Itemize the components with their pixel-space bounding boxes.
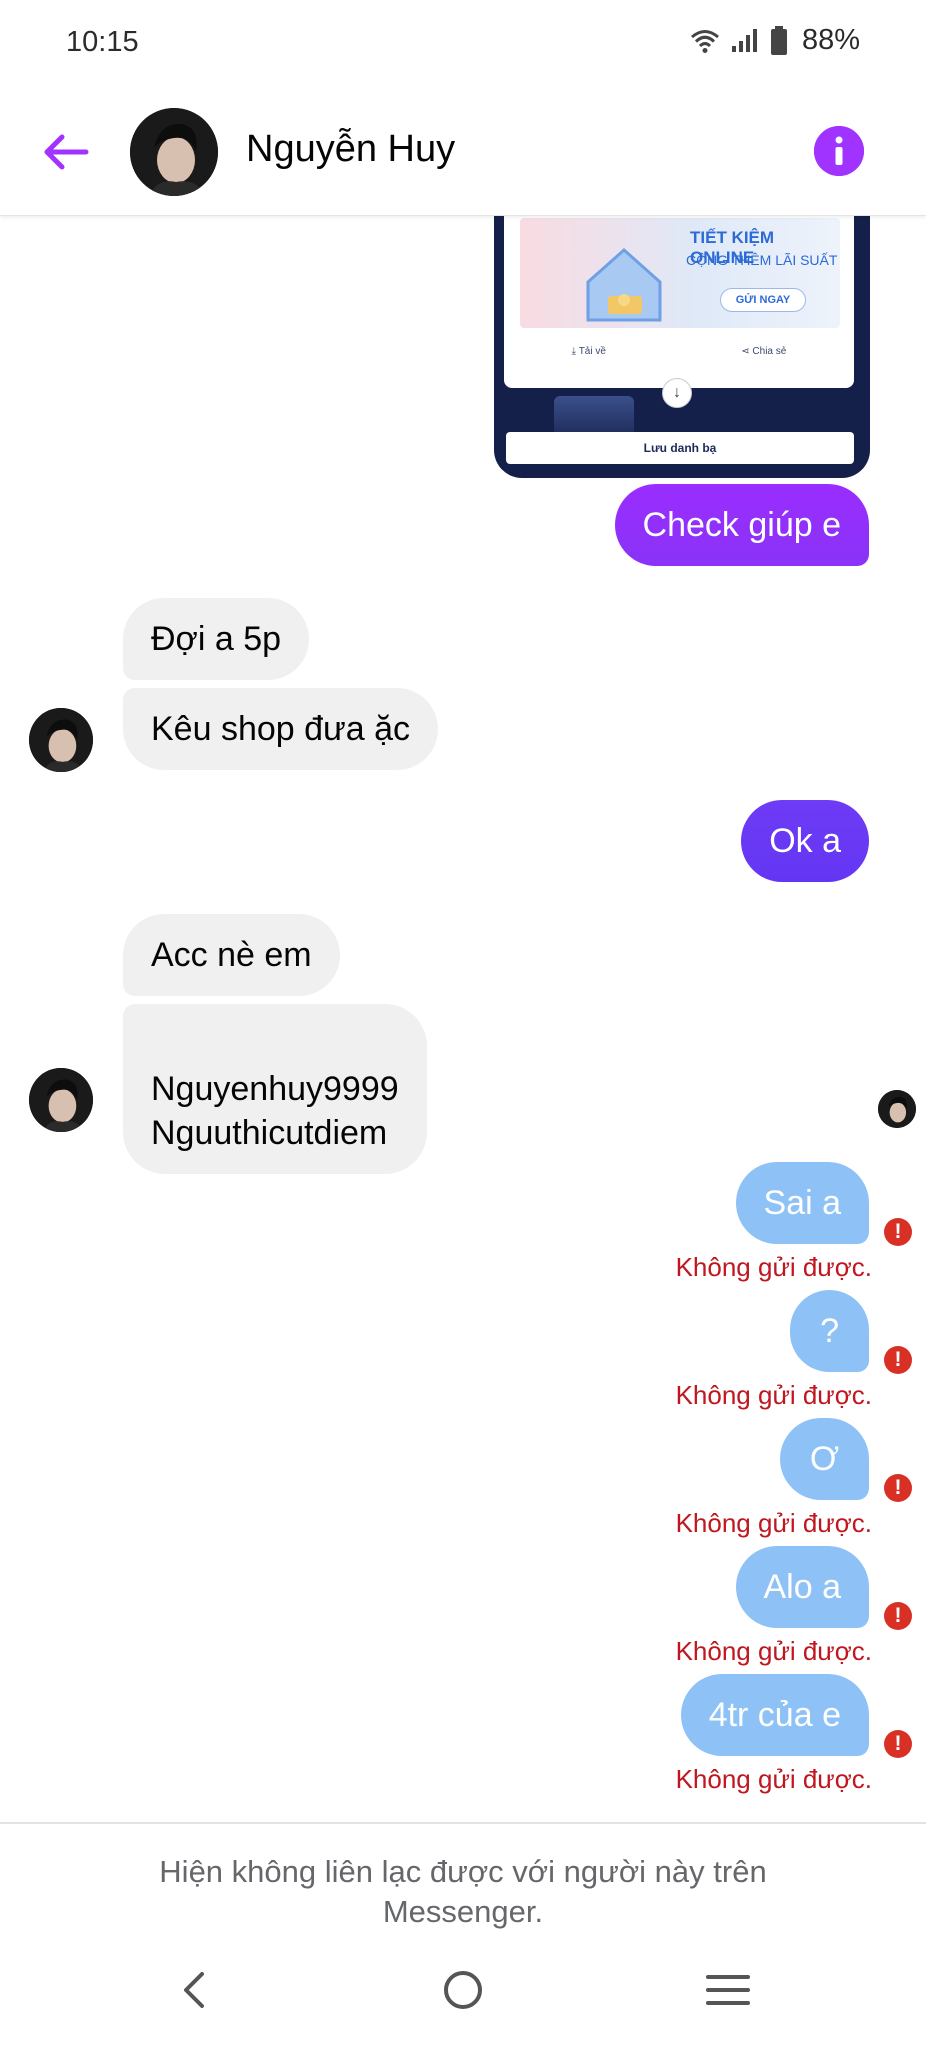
message-text: Ơ [809, 1440, 839, 1478]
message-text: Check giúp e [642, 506, 841, 544]
info-icon [814, 126, 864, 176]
download-label: Tải về [578, 346, 606, 357]
message-bubble-failed[interactable]: 4tr của e [680, 1674, 869, 1756]
error-icon[interactable]: ! [884, 1730, 912, 1758]
profile-photo [130, 108, 218, 196]
arrow-left-icon [44, 134, 89, 170]
message-text: Sai a [763, 1184, 842, 1222]
battery-percentage: 88% [801, 24, 860, 56]
sender-avatar[interactable] [29, 1068, 93, 1132]
notice-text: Hiện không liên lạc được với người này t… [159, 1854, 767, 1929]
system-nav-bar [0, 1960, 926, 2048]
download-arrow-icon: ↓ [662, 378, 692, 408]
profile-photo [878, 1090, 916, 1128]
error-icon[interactable]: ! [884, 1218, 912, 1246]
message-text: Kêu shop đưa ặc [151, 710, 411, 748]
promo-banner: TIẾT KIỆM ONLINE CỘNG THÊM LÃI SUẤT GỬI … [520, 218, 840, 328]
message-bubble-out[interactable]: Check giúp e [614, 484, 869, 566]
status-icons: 88% [690, 24, 860, 57]
wifi-icon [690, 29, 719, 53]
message-bubble-failed[interactable]: Alo a [735, 1546, 869, 1628]
error-icon[interactable]: ! [884, 1602, 912, 1630]
message-text: ? [820, 1312, 839, 1350]
error-icon[interactable]: ! [884, 1474, 912, 1502]
message-text: Đợi a 5p [151, 620, 282, 658]
status-time: 10:15 [66, 26, 139, 58]
seen-receipt-avatar [878, 1090, 916, 1128]
save-contact-bar: Lưu danh bạ [506, 432, 854, 464]
contact-avatar[interactable] [130, 108, 218, 196]
download-action: ⤓ Tải về [571, 346, 606, 357]
message-text: Nguyenhuy9999 Nguuthicutdiem [151, 1070, 399, 1152]
status-bar: 10:15 88% [0, 0, 926, 88]
share-label: Chia sẻ [752, 346, 787, 357]
signal-icon [731, 28, 757, 52]
message-bubble-in[interactable]: Acc nè em [123, 914, 340, 996]
banner-subtitle: CỘNG THÊM LÃI SUẤT [686, 252, 838, 268]
failed-label: Không gửi được. [675, 1764, 872, 1794]
sender-avatar[interactable] [29, 708, 93, 772]
message-bubble-failed[interactable]: Sai a [735, 1162, 869, 1244]
nav-back-icon [184, 1972, 204, 2008]
profile-photo [29, 708, 93, 772]
failed-label: Không gửi được. [675, 1252, 872, 1282]
chat-header: Nguyễn Huy [0, 88, 926, 216]
message-text: Ok a [769, 822, 841, 860]
message-text: 4tr của e [708, 1696, 841, 1734]
message-text: Alo a [763, 1568, 842, 1606]
card-actions: ⤓ Tải về ⋖ Chia sẻ [504, 346, 854, 357]
message-text: Acc nè em [151, 936, 312, 974]
info-button[interactable] [814, 126, 864, 176]
failed-label: Không gửi được. [675, 1380, 872, 1410]
message-bubble-in[interactable]: Kêu shop đưa ặc [123, 688, 439, 770]
share-action: ⋖ Chia sẻ [741, 346, 787, 357]
message-bubble-out[interactable]: Ok a [741, 800, 869, 882]
error-icon[interactable]: ! [884, 1346, 912, 1374]
message-bubble-failed[interactable]: ? [790, 1290, 869, 1372]
nav-home-button[interactable] [433, 1960, 493, 2020]
image-panel: TIẾT KIỆM ONLINE CỘNG THÊM LÃI SUẤT GỬI … [504, 206, 854, 388]
back-button[interactable] [38, 124, 94, 180]
unavailable-notice: Hiện không liên lạc được với người này t… [0, 1822, 926, 1972]
contact-name[interactable]: Nguyễn Huy [246, 128, 455, 171]
message-bubble-in[interactable]: Đợi a 5p [123, 598, 310, 680]
profile-photo [29, 1068, 93, 1132]
banner-send-button: GỬI NGAY [720, 288, 806, 312]
battery-icon [770, 25, 787, 55]
nav-home-icon [444, 1971, 482, 2009]
nav-back-button[interactable] [166, 1960, 226, 2020]
nav-recents-icon [706, 1975, 750, 2005]
house-icon [586, 247, 662, 322]
nav-recents-button[interactable] [698, 1960, 758, 2020]
image-attachment[interactable]: TIẾT KIỆM ONLINE CỘNG THÊM LÃI SUẤT GỬI … [494, 196, 870, 478]
failed-label: Không gửi được. [675, 1508, 872, 1538]
failed-label: Không gửi được. [675, 1636, 872, 1666]
message-bubble-failed[interactable]: Ơ [779, 1418, 869, 1500]
message-bubble-in[interactable]: Nguyenhuy9999 Nguuthicutdiem [123, 1004, 427, 1174]
